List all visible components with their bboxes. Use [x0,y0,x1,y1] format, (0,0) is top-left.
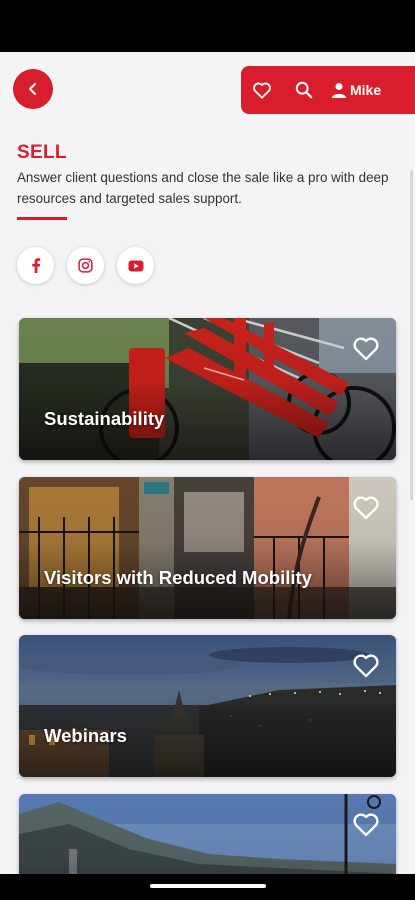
card-reduced-mobility[interactable]: Visitors with Reduced Mobility [19,477,396,619]
youtube-icon [128,260,143,271]
user-menu-button[interactable]: Mike [331,82,381,98]
home-indicator[interactable] [150,884,266,888]
back-button[interactable] [13,69,53,109]
instagram-button[interactable] [67,247,104,284]
page-title: SELL [17,142,67,163]
heart-outline-icon[interactable] [352,652,380,678]
facebook-button[interactable] [17,247,54,284]
search-icon [295,81,313,99]
system-nav-bar [0,874,415,900]
sell-screen: Mike SELL Answer client questions and cl… [0,52,415,874]
page-description: Answer client questions and close the sa… [17,170,389,206]
heart-outline-icon[interactable] [352,494,380,520]
search-button[interactable] [283,66,325,114]
title-underline [17,217,67,220]
card-title: Webinars [44,725,127,746]
card-sustainability[interactable]: Sustainability [19,318,396,460]
scrollbar[interactable] [410,170,413,500]
instagram-icon [78,258,93,273]
header-actions: Mike [241,66,415,114]
card-title: Visitors with Reduced Mobility [44,567,312,588]
person-icon [332,83,346,98]
heart-outline-icon[interactable] [352,335,380,361]
user-name: Mike [350,82,382,98]
card-webinars[interactable]: Webinars [19,635,396,777]
heart-outline-icon[interactable] [352,811,380,837]
card-title: Sustainability [44,408,165,429]
card-overlay [19,635,396,777]
youtube-button[interactable] [117,247,154,284]
facebook-icon [31,258,40,273]
card-overlay [19,318,396,460]
chevron-left-icon [29,83,36,95]
card-partial[interactable] [19,794,396,874]
heart-outline-icon [253,82,271,99]
card-overlay [19,794,396,874]
status-bar [0,0,415,52]
favorites-button[interactable] [241,66,283,114]
card-overlay [19,477,396,619]
